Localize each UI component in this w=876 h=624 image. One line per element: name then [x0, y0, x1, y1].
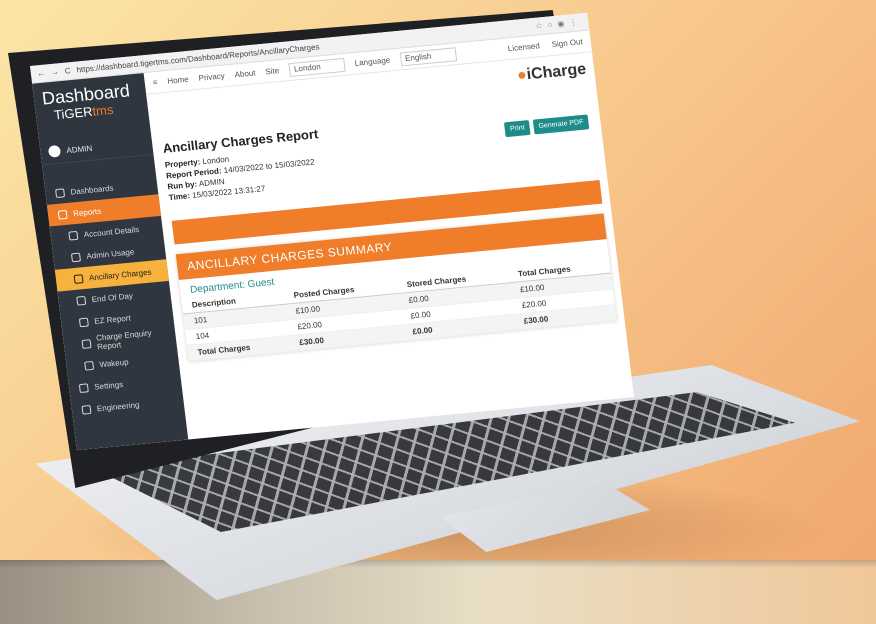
document-icon [68, 230, 79, 241]
document-icon [73, 273, 84, 284]
main-content: ●iCharge Ancillary Charges Report Proper… [157, 61, 617, 362]
document-icon [81, 338, 92, 349]
language-select[interactable]: English [399, 46, 457, 66]
reports-icon [57, 209, 68, 220]
user-panel[interactable]: ADMIN [39, 130, 154, 166]
reload-icon[interactable]: C [64, 66, 71, 75]
licensed-link[interactable]: Licensed [507, 41, 540, 53]
forward-icon[interactable]: → [50, 67, 59, 77]
menu-icon[interactable]: ≡ [152, 78, 158, 87]
background-floor [0, 560, 876, 624]
user-name: ADMIN [65, 143, 93, 155]
webcam [299, 18, 305, 24]
back-icon[interactable]: ← [36, 69, 45, 79]
nav-privacy[interactable]: Privacy [198, 71, 225, 82]
sign-out-link[interactable]: Sign Out [551, 37, 583, 49]
user-avatar-icon [47, 144, 62, 158]
document-icon [76, 295, 87, 306]
site-select[interactable]: London [288, 57, 346, 77]
wrench-icon [81, 404, 92, 415]
laptop-screen: ← → C https://dashboard.tigertms.com/Das… [30, 12, 634, 451]
nav-about[interactable]: About [234, 68, 256, 79]
language-label: Language [354, 55, 391, 68]
site-label: Site [264, 66, 280, 77]
document-icon [84, 360, 95, 371]
nav-home[interactable]: Home [167, 75, 189, 86]
brand-logo: ●iCharge [516, 60, 588, 85]
dashboard-icon [55, 187, 66, 198]
document-icon [78, 317, 89, 327]
gear-icon [78, 382, 89, 393]
browser-toolbar-icons[interactable]: ☆○◉⋮ [535, 17, 583, 30]
app-logo: Dashboard TiGERtms [32, 73, 149, 129]
print-button[interactable]: Print [504, 120, 531, 138]
document-icon [70, 252, 81, 262]
